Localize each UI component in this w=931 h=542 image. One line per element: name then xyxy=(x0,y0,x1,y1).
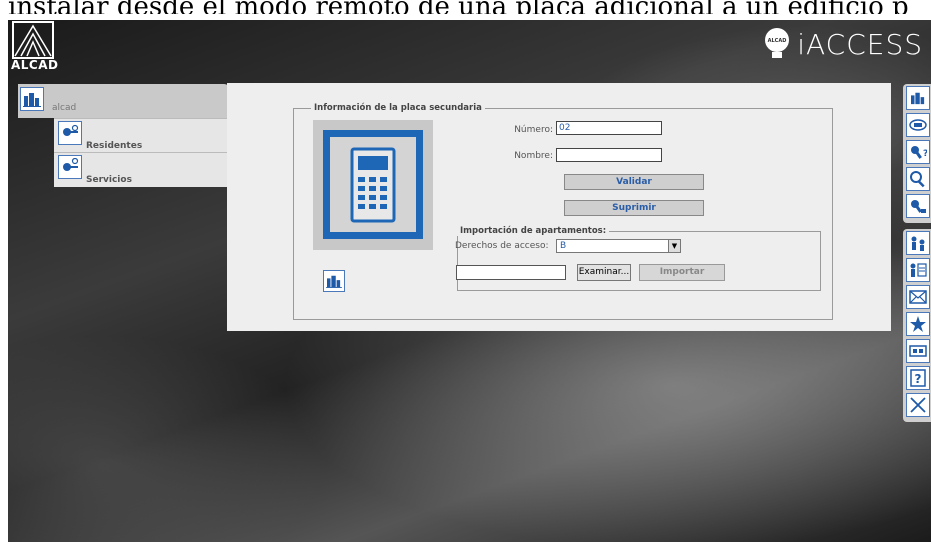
numero-field[interactable]: 02 xyxy=(556,121,662,135)
key-question-icon[interactable]: ? xyxy=(906,140,930,164)
bulb-logo-icon: ALCAD xyxy=(765,28,790,58)
derechos-selected-value: B xyxy=(560,241,567,251)
svg-text:?: ? xyxy=(915,372,922,386)
sidebar: alcad Residentes Servicios xyxy=(18,84,230,187)
user-list-icon[interactable] xyxy=(906,258,930,282)
importar-button[interactable]: Importar xyxy=(639,264,725,281)
app-background: ALCAD ALCAD iACCESS alcad Residentes Ser… xyxy=(8,20,931,542)
sidebar-item-residentes[interactable]: Residentes xyxy=(54,118,230,153)
residents-key-icon xyxy=(58,121,82,145)
device-icon[interactable] xyxy=(906,339,930,363)
derechos-label: Derechos de acceso: xyxy=(455,241,549,251)
toolbar-group-top: ? xyxy=(903,84,931,223)
services-key-icon xyxy=(58,155,82,179)
main-panel: Información de la placa secundaria Númer… xyxy=(227,83,891,331)
alcad-logo: ALCAD xyxy=(11,20,59,72)
sidebar-home-label: alcad xyxy=(52,103,77,113)
mail-icon[interactable] xyxy=(906,285,930,309)
top-text-strip: instalar desde el modo remoto de una pla… xyxy=(0,0,931,14)
sidebar-item-servicios[interactable]: Servicios xyxy=(54,152,230,187)
help-icon[interactable]: ? xyxy=(906,366,930,390)
building-icon[interactable] xyxy=(323,270,345,292)
alcad-logo-icon xyxy=(12,21,54,59)
entry-panel-image xyxy=(313,120,433,250)
secondary-panel-legend: Información de la placa secundaria xyxy=(311,103,485,113)
building-icon xyxy=(20,87,44,111)
numero-label: Número: xyxy=(514,125,553,135)
users-icon[interactable] xyxy=(906,231,930,255)
suprimir-button[interactable]: Suprimir xyxy=(564,200,704,216)
building-icon[interactable] xyxy=(906,86,930,110)
right-toolbar: ? ? xyxy=(903,84,931,428)
iaccess-logo-text: iACCESS xyxy=(797,27,923,61)
key-edit-icon[interactable] xyxy=(906,194,930,218)
nombre-label: Nombre: xyxy=(514,151,553,161)
validar-button[interactable]: Validar xyxy=(564,174,704,190)
chevron-down-icon[interactable]: ▼ xyxy=(668,240,680,252)
sidebar-item-label: Residentes xyxy=(86,141,143,151)
sidebar-item-label: Servicios xyxy=(86,175,132,185)
star-icon[interactable] xyxy=(906,312,930,336)
svg-text:?: ? xyxy=(923,149,927,159)
svg-text:ALCAD: ALCAD xyxy=(768,38,787,44)
sidebar-item-home[interactable]: alcad xyxy=(18,84,230,118)
file-path-input[interactable] xyxy=(456,265,566,280)
keypad-device-icon xyxy=(350,147,396,223)
nombre-field[interactable] xyxy=(556,148,662,162)
camera-tag-icon[interactable] xyxy=(906,113,930,137)
alcad-logo-text: ALCAD xyxy=(11,58,59,72)
search-icon[interactable] xyxy=(906,167,930,191)
derechos-select[interactable]: B ▼ xyxy=(556,239,681,253)
toolbar-group-bottom: ? xyxy=(903,229,931,422)
iaccess-logo: ALCAD iACCESS xyxy=(763,26,923,62)
close-icon[interactable] xyxy=(906,393,930,417)
examinar-button[interactable]: Examinar... xyxy=(577,264,631,281)
import-legend: Importación de apartamentos: xyxy=(457,226,610,236)
